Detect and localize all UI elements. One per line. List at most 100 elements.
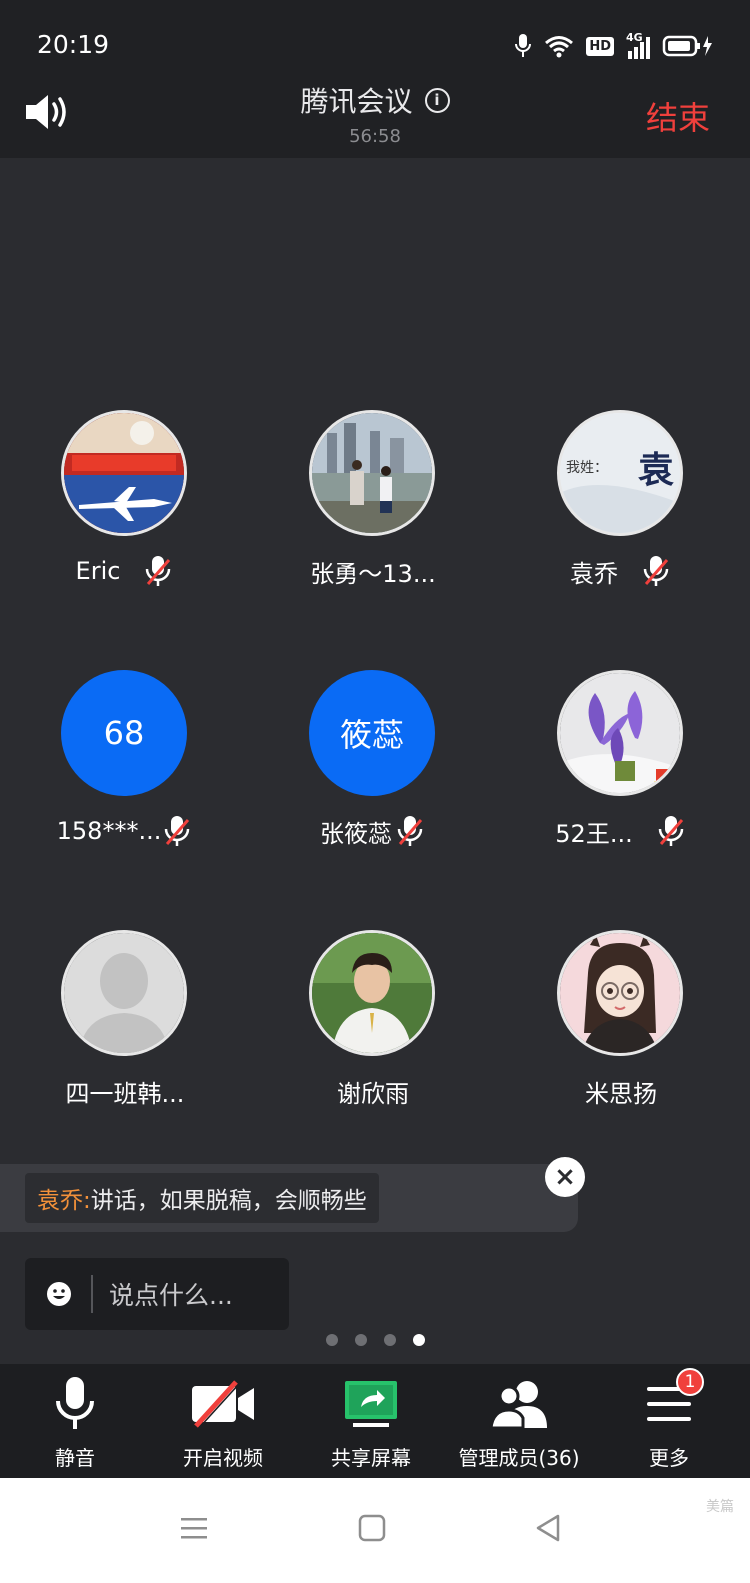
participant-name: 四一班韩... — [65, 1079, 185, 1108]
name-row: 158***... — [0, 813, 250, 849]
avatar-image — [312, 413, 432, 533]
speaker-icon[interactable] — [24, 92, 70, 132]
avatar — [61, 410, 187, 536]
back-nav-button[interactable] — [528, 1508, 568, 1548]
participant-name: 袁乔 — [570, 559, 618, 588]
info-icon[interactable]: i — [424, 87, 450, 113]
share-screen-button[interactable]: 共享屏幕 — [296, 1364, 446, 1478]
chat-bubble: 袁乔: 讲话，如果脱稿，会顺畅些 — [0, 1164, 578, 1232]
chat-message: 袁乔: 讲话，如果脱稿，会顺畅些 — [25, 1173, 379, 1223]
participant-tile[interactable]: 四一班韩... — [0, 930, 250, 1130]
name-row: 四一班韩... — [0, 1073, 250, 1109]
meeting-toolbar: 静音 开启视频 共享屏幕 管理成员(36) 1 更多 — [0, 1364, 750, 1478]
microphone-icon — [56, 1377, 94, 1429]
page-dot-active[interactable] — [412, 1334, 425, 1346]
avatar — [309, 410, 435, 536]
signal-icon: 4G — [626, 31, 650, 59]
avatar-image — [560, 673, 680, 793]
mic-off-icon — [165, 816, 190, 846]
name-row: 袁乔 — [496, 553, 746, 589]
manage-members-button[interactable]: 管理成员(36) — [444, 1364, 594, 1478]
avatar-image — [312, 933, 432, 1053]
avatar-text: 袁 — [638, 449, 675, 491]
meeting-header: 腾讯会议 i 56:58 结束 — [0, 78, 750, 158]
tool-label: 管理成员(36) — [458, 1446, 580, 1470]
participant-tile[interactable]: 张勇～13... — [248, 410, 498, 610]
name-row: 52王... — [496, 813, 746, 849]
watermark: 美篇 — [706, 1499, 734, 1515]
more-button[interactable]: 1 更多 — [594, 1364, 744, 1478]
participant-tile[interactable]: Eric — [0, 410, 250, 610]
participant-name: 张勇～13... — [310, 559, 436, 588]
participant-tile[interactable]: 68 158***... — [0, 670, 250, 870]
avatar — [309, 930, 435, 1056]
page-indicator — [0, 1334, 750, 1346]
participant-name: 谢欣雨 — [337, 1079, 409, 1108]
avatar: 筱蕊 — [309, 670, 435, 796]
participant-tile[interactable]: 筱蕊 张筱蕊 — [248, 670, 498, 870]
avatar-subtext: 我姓： — [566, 460, 608, 476]
home-nav-button[interactable] — [352, 1508, 392, 1548]
page-dot[interactable] — [383, 1334, 396, 1346]
emoji-icon[interactable] — [46, 1281, 72, 1307]
participant-tile[interactable]: 52王... — [496, 670, 746, 870]
members-icon — [489, 1381, 547, 1430]
mic-off-icon — [643, 556, 669, 586]
tool-label: 更多 — [649, 1446, 689, 1470]
menu-nav-button[interactable] — [174, 1508, 214, 1548]
avatar — [557, 930, 683, 1056]
mic-off-icon — [658, 816, 683, 846]
network-type: 4G — [626, 31, 643, 44]
avatar: 68 — [61, 670, 187, 796]
battery-icon — [662, 35, 712, 57]
back-icon — [536, 1514, 560, 1542]
mute-button[interactable]: 静音 — [0, 1364, 150, 1478]
chat-text: 讲话，如果脱稿，会顺畅些 — [90, 1188, 367, 1214]
meeting-timer: 56:58 — [349, 126, 401, 147]
recent-apps-icon — [181, 1518, 207, 1539]
name-row: 谢欣雨 — [248, 1073, 498, 1109]
tool-label: 共享屏幕 — [331, 1446, 411, 1470]
start-video-button[interactable]: 开启视频 — [148, 1364, 298, 1478]
name-row: 张勇～13... — [248, 553, 498, 589]
system-nav-bar: 美篇 — [0, 1478, 750, 1583]
participant-name: 52王... — [555, 819, 633, 848]
participant-name: 米思扬 — [585, 1079, 657, 1108]
notification-badge: 1 — [676, 1368, 704, 1396]
status-icons: HD 4G — [514, 30, 714, 62]
participant-tile[interactable]: 我姓： 袁 袁乔 — [496, 410, 746, 610]
name-row: 张筱蕊 — [248, 813, 498, 849]
status-bar: 20:19 HD 4G — [0, 0, 750, 78]
participant-name: 张筱蕊 — [320, 819, 392, 848]
video-off-icon — [192, 1380, 254, 1428]
participant-name: Eric — [75, 557, 121, 585]
default-avatar-icon — [64, 933, 184, 1053]
avatar-image — [560, 933, 680, 1053]
name-row: 米思扬 — [496, 1073, 746, 1109]
mic-status-icon — [515, 34, 532, 57]
participant-tile[interactable]: 谢欣雨 — [248, 930, 498, 1130]
page-dot[interactable] — [354, 1334, 367, 1346]
meeting-title-text: 腾讯会议 — [300, 85, 413, 118]
input-separator — [91, 1275, 93, 1313]
close-icon[interactable]: × — [545, 1157, 585, 1197]
chat-input[interactable]: 说点什么... — [25, 1258, 289, 1330]
chat-sender: 袁乔: — [37, 1188, 91, 1214]
input-placeholder: 说点什么... — [109, 1281, 233, 1310]
name-row: Eric — [0, 553, 250, 589]
tool-label: 静音 — [55, 1446, 95, 1470]
participant-name: 158***... — [56, 817, 162, 845]
avatar — [61, 930, 187, 1056]
hd-icon: HD — [586, 36, 614, 56]
avatar: 我姓： 袁 — [557, 410, 683, 536]
end-meeting-button[interactable]: 结束 — [646, 93, 710, 139]
wifi-icon — [545, 36, 574, 58]
page-dot[interactable] — [325, 1334, 338, 1346]
mic-off-icon — [397, 816, 423, 846]
avatar-image — [64, 413, 184, 533]
share-screen-icon — [345, 1381, 397, 1427]
participant-tile[interactable]: 米思扬 — [496, 930, 746, 1130]
meeting-title[interactable]: 腾讯会议 i — [300, 80, 450, 120]
avatar — [557, 670, 683, 796]
tool-label: 开启视频 — [183, 1446, 263, 1470]
